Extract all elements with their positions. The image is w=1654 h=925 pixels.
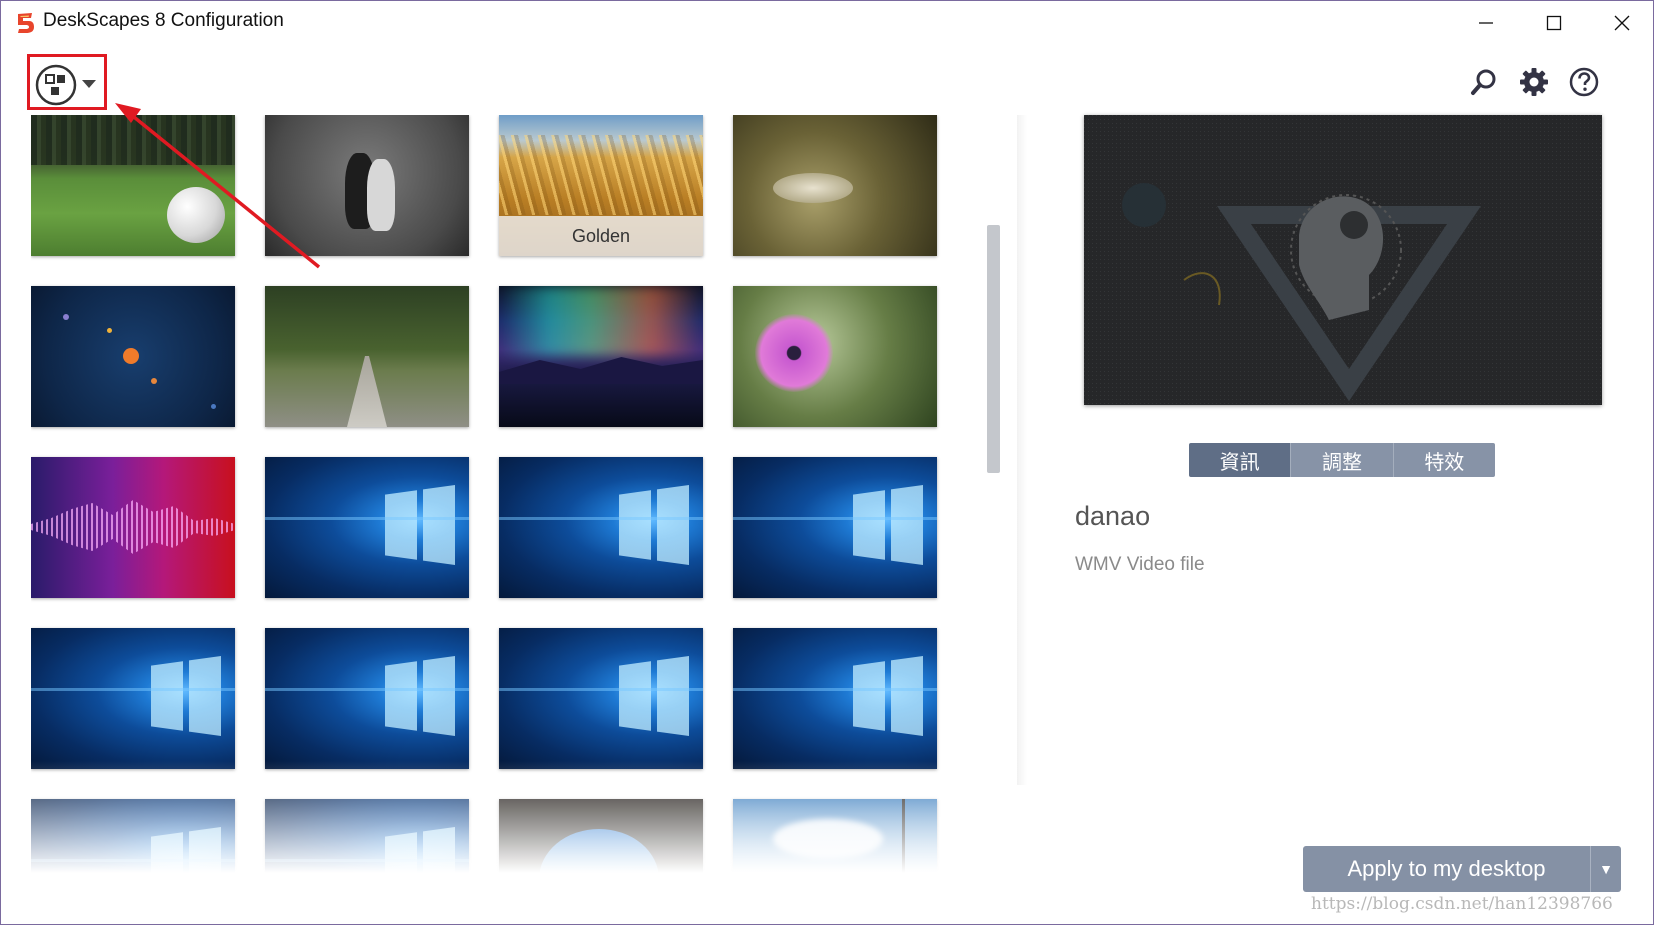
tab-info[interactable]: 資訊	[1189, 443, 1292, 477]
maximize-button[interactable]	[1519, 1, 1589, 45]
wallpaper-thumb-flower[interactable]	[733, 286, 937, 427]
wallpaper-thumb-win10-f[interactable]	[499, 628, 703, 769]
detail-tabs: 資訊 調整 特效	[1189, 443, 1495, 477]
wallpaper-thumb-win10-e[interactable]	[265, 628, 469, 769]
grid-scrollbar[interactable]	[987, 225, 1000, 473]
wallpaper-thumb-grass[interactable]	[733, 115, 937, 256]
chevron-down-icon: ▼	[1599, 861, 1613, 877]
minimize-button[interactable]	[1451, 1, 1521, 45]
wallpaper-thumb-aurora[interactable]	[499, 286, 703, 427]
window-title: DeskScapes 8 Configuration	[43, 10, 284, 31]
wallpaper-thumb-win10-b[interactable]	[499, 457, 703, 598]
watermark: https://blog.csdn.net/han12398766	[1311, 894, 1613, 914]
gear-icon	[1520, 68, 1548, 96]
maximize-icon	[1546, 15, 1562, 31]
apply-to-desktop-button[interactable]: Apply to my desktop	[1303, 846, 1590, 892]
thumb-caption-golden: Golden	[499, 216, 703, 256]
wallpaper-thumb-cats[interactable]	[265, 115, 469, 256]
wallpaper-thumb-win10-c[interactable]	[733, 457, 937, 598]
search-icon	[1471, 69, 1496, 95]
chevron-down-icon	[82, 80, 96, 88]
wallpaper-thumb-win10-g[interactable]	[733, 628, 937, 769]
wallpaper-name: danao	[1075, 501, 1151, 531]
wallpaper-thumb-soundwave[interactable]	[31, 457, 235, 598]
wallpaper-file-type: WMV Video file	[1075, 554, 1205, 575]
tab-adjust[interactable]: 調整	[1291, 443, 1394, 477]
wallpaper-thumb-cave[interactable]	[499, 799, 703, 895]
tab-effects[interactable]: 特效	[1393, 443, 1495, 477]
apply-button-group: Apply to my desktop ▼	[1303, 846, 1621, 892]
wallpaper-thumb-golf[interactable]	[31, 115, 235, 256]
wallpaper-grid: Golden	[31, 115, 941, 895]
settings-button[interactable]	[1517, 65, 1551, 99]
minimize-icon	[1479, 22, 1493, 24]
panel-divider	[1017, 115, 1027, 785]
search-button[interactable]	[1467, 65, 1501, 99]
title-bar: DeskScapes 8 Configuration	[1, 1, 1653, 45]
view-mode-button[interactable]	[27, 54, 107, 110]
app-window: DeskScapes 8 Configuration Golden 資訊 調整 …	[0, 0, 1654, 925]
help-button[interactable]	[1567, 65, 1601, 99]
wallpaper-thumb-planets[interactable]	[31, 286, 235, 427]
preview-art	[1084, 115, 1602, 405]
view-mode-icon	[35, 64, 77, 106]
wallpaper-thumb-win10-a[interactable]	[265, 457, 469, 598]
wallpaper-thumb-golden[interactable]: Golden	[499, 115, 703, 256]
close-icon	[1614, 15, 1630, 31]
wallpaper-thumb-tree-road[interactable]	[265, 286, 469, 427]
wallpaper-thumb-beach[interactable]	[733, 799, 937, 895]
wallpaper-thumb-win10-i[interactable]	[265, 799, 469, 895]
deskscapes-logo-icon	[18, 13, 34, 33]
wallpaper-thumb-win10-h[interactable]	[31, 799, 235, 895]
close-button[interactable]	[1587, 1, 1653, 45]
wallpaper-preview	[1084, 115, 1602, 405]
help-icon	[1569, 67, 1599, 97]
apply-dropdown-button[interactable]: ▼	[1590, 846, 1621, 892]
wallpaper-thumb-win10-d[interactable]	[31, 628, 235, 769]
